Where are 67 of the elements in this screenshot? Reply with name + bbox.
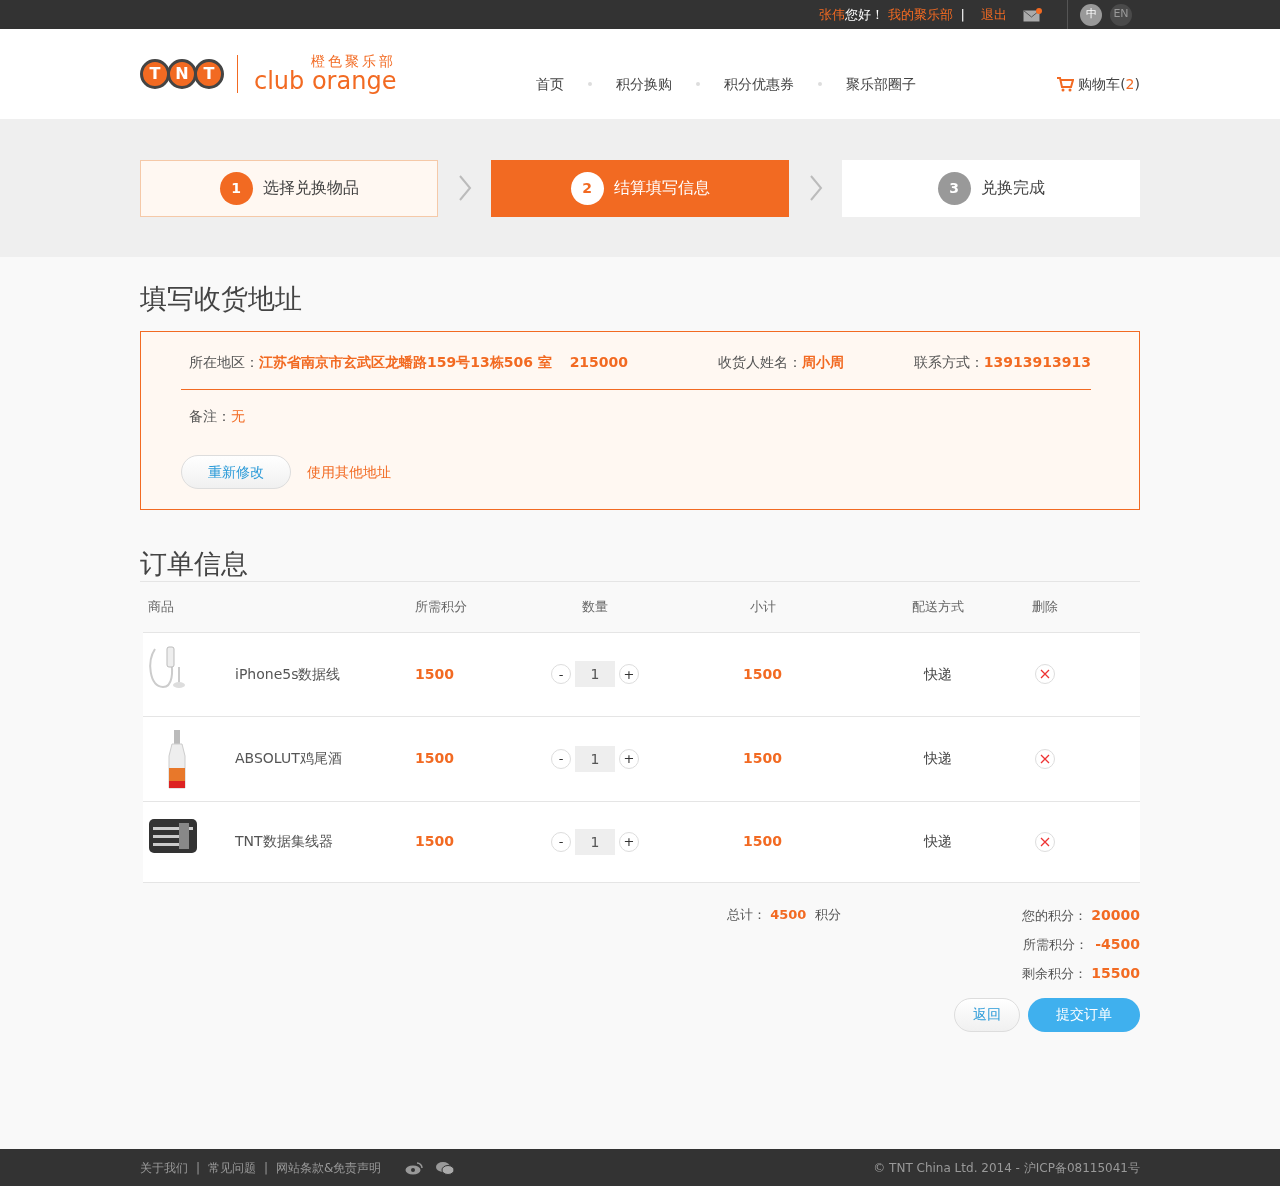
remove-button[interactable] (1035, 831, 1055, 852)
chevron-right-icon (457, 175, 472, 201)
subtotal-text: 1500 (742, 749, 783, 769)
column-header: 配送方式 (910, 598, 965, 617)
quantity-field[interactable]: 1 (575, 745, 615, 772)
remove-button[interactable] (1035, 664, 1055, 685)
product-name[interactable]: ABSOLUT鸡尾酒 (235, 748, 342, 770)
increase-button[interactable]: + (619, 664, 639, 685)
quantity-field[interactable]: 1 (575, 661, 615, 688)
nav-link[interactable]: 首页 (536, 73, 565, 95)
greeting-text: 张伟您好！ (818, 5, 884, 24)
subtotal-text: 1500 (742, 664, 783, 684)
delivery-text: 快递 (922, 664, 953, 684)
step-item: 2 结算填写信息 (491, 159, 789, 217)
phone-text: 联系方式：13913913913 (913, 353, 1091, 373)
footer-link[interactable]: 网站条款&免责声明 (276, 1158, 382, 1177)
column-header: 商品 (147, 598, 175, 617)
note-text: 备注：无 (188, 407, 246, 427)
decrease-button[interactable]: - (551, 831, 571, 852)
delivery-text: 快递 (922, 832, 953, 852)
section-title: 填写收货地址 (140, 283, 303, 316)
decrease-button[interactable]: - (551, 664, 571, 685)
region-text: 所在地区：江苏省南京市玄武区龙蟠路159号13栋506 室 215000 (189, 353, 629, 373)
increase-button[interactable]: + (619, 831, 639, 852)
product-name[interactable]: TNT数据集线器 (235, 831, 333, 853)
close-icon[interactable] (1040, 669, 1050, 680)
product-name[interactable]: iPhone5s数据线 (235, 663, 341, 685)
total-text: 总计： 4500 积分 (727, 905, 841, 924)
footer-link[interactable]: 常见问题 (208, 1158, 257, 1177)
social-share-icon[interactable] (405, 1160, 424, 1175)
cart-link[interactable]: 购物车(2) (1056, 73, 1140, 95)
close-icon[interactable] (1040, 753, 1050, 764)
points-text: 1500 (415, 664, 455, 684)
recipient-text: 收货人姓名：周小周 (718, 353, 845, 373)
points-text: 1500 (415, 832, 455, 852)
logout-link[interactable]: 退出 (981, 4, 1007, 25)
cart-icon[interactable] (1056, 76, 1075, 92)
points-text: 1500 (415, 749, 455, 769)
summary-text: 剩余积分： 15500 (1022, 963, 1140, 983)
section-title: 订单信息 (140, 548, 249, 581)
separator-text: | (196, 1159, 201, 1177)
copyright-text: © TNT China Ltd. 2014 - 沪ICP备08115041号 (873, 1159, 1140, 1177)
step-item: 3 兑换完成 (842, 159, 1140, 217)
increase-button[interactable]: + (619, 748, 639, 769)
footer-link[interactable]: 关于我们 (140, 1158, 188, 1177)
my-club-link[interactable]: 我的聚乐部 (887, 4, 953, 25)
delivery-text: 快递 (922, 749, 953, 769)
nav-link[interactable]: 积分优惠券 (724, 73, 795, 95)
close-icon[interactable] (1040, 836, 1050, 847)
separator-text: | (960, 5, 965, 24)
step-item: 1 选择兑换物品 (140, 159, 438, 217)
decrease-button[interactable]: - (551, 748, 571, 769)
mail-icon[interactable] (1023, 7, 1043, 22)
nav-link[interactable]: 积分换购 (616, 73, 673, 95)
column-header: 小计 (748, 598, 777, 617)
chat-bubbles-icon[interactable] (435, 1160, 456, 1175)
column-header: 所需积分 (415, 598, 468, 617)
column-header: 数量 (581, 598, 609, 617)
summary-text: 您的积分： 20000 (1022, 905, 1140, 925)
subtotal-text: 1500 (742, 832, 783, 852)
column-header: 删除 (1031, 598, 1059, 617)
chevron-right-icon (808, 175, 823, 201)
summary-text: 所需积分： -4500 (1022, 934, 1140, 954)
quantity-field[interactable]: 1 (575, 828, 615, 855)
nav-link[interactable]: 聚乐部圈子 (846, 73, 917, 95)
separator-text: | (264, 1159, 269, 1177)
remove-button[interactable] (1035, 748, 1055, 769)
